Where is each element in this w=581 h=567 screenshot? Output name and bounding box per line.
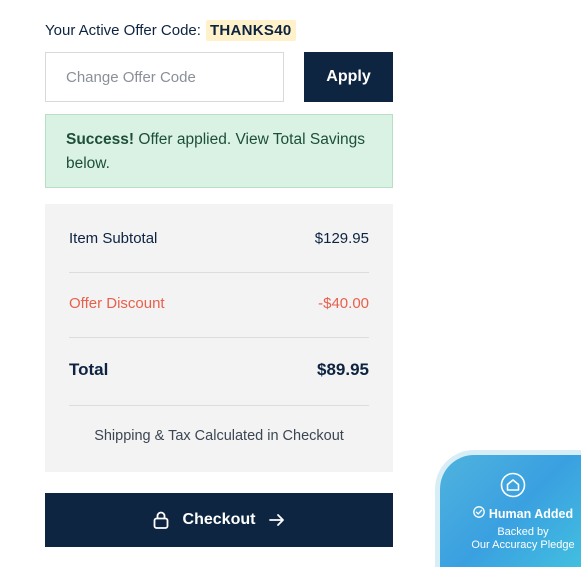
active-offer-code: THANKS40: [205, 20, 296, 41]
subtotal-row: Item Subtotal $129.95: [69, 230, 369, 247]
divider: [69, 405, 369, 406]
checkout-button[interactable]: Checkout: [45, 493, 393, 547]
total-label: Total: [69, 360, 109, 379]
active-offer-label: Your Active Offer Code:: [45, 22, 201, 39]
discount-row: Offer Discount -$40.00: [69, 295, 369, 312]
success-message: Success! Offer applied. View Total Savin…: [45, 114, 393, 188]
discount-value: -$40.00: [318, 295, 369, 312]
pledge-title-row: Human Added: [458, 506, 581, 521]
divider: [69, 337, 369, 338]
check-circle-icon: [473, 506, 485, 521]
lock-icon: [153, 511, 169, 529]
active-offer-row: Your Active Offer Code: THANKS40: [45, 20, 296, 41]
accuracy-pledge-badge[interactable]: Human Added Backed by Our Accuracy Pledg…: [440, 455, 581, 567]
pledge-subtitle-line1: Backed by: [497, 526, 549, 538]
pledge-subtitle: Backed by Our Accuracy Pledge: [448, 526, 581, 552]
subtotal-label: Item Subtotal: [69, 230, 158, 247]
divider: [69, 272, 369, 273]
pledge-subtitle-line2: Our Accuracy Pledge: [471, 539, 575, 551]
shipping-note: Shipping & Tax Calculated in Checkout: [94, 428, 344, 444]
total-value: $89.95: [317, 360, 369, 379]
home-shield-icon: [500, 472, 526, 498]
success-title: Success!: [66, 131, 135, 148]
offer-code-input[interactable]: [45, 52, 284, 102]
arrow-right-icon: [269, 513, 285, 527]
total-row: Total $89.95: [69, 360, 369, 380]
discount-label: Offer Discount: [69, 295, 165, 312]
apply-button[interactable]: Apply: [304, 52, 393, 102]
checkout-label: Checkout: [182, 511, 256, 528]
subtotal-value: $129.95: [314, 230, 369, 247]
order-summary: Item Subtotal $129.95 Offer Discount -$4…: [45, 204, 393, 472]
pledge-title: Human Added: [488, 506, 574, 521]
cart-summary-page: Your Active Offer Code: THANKS40 Apply S…: [0, 0, 581, 567]
